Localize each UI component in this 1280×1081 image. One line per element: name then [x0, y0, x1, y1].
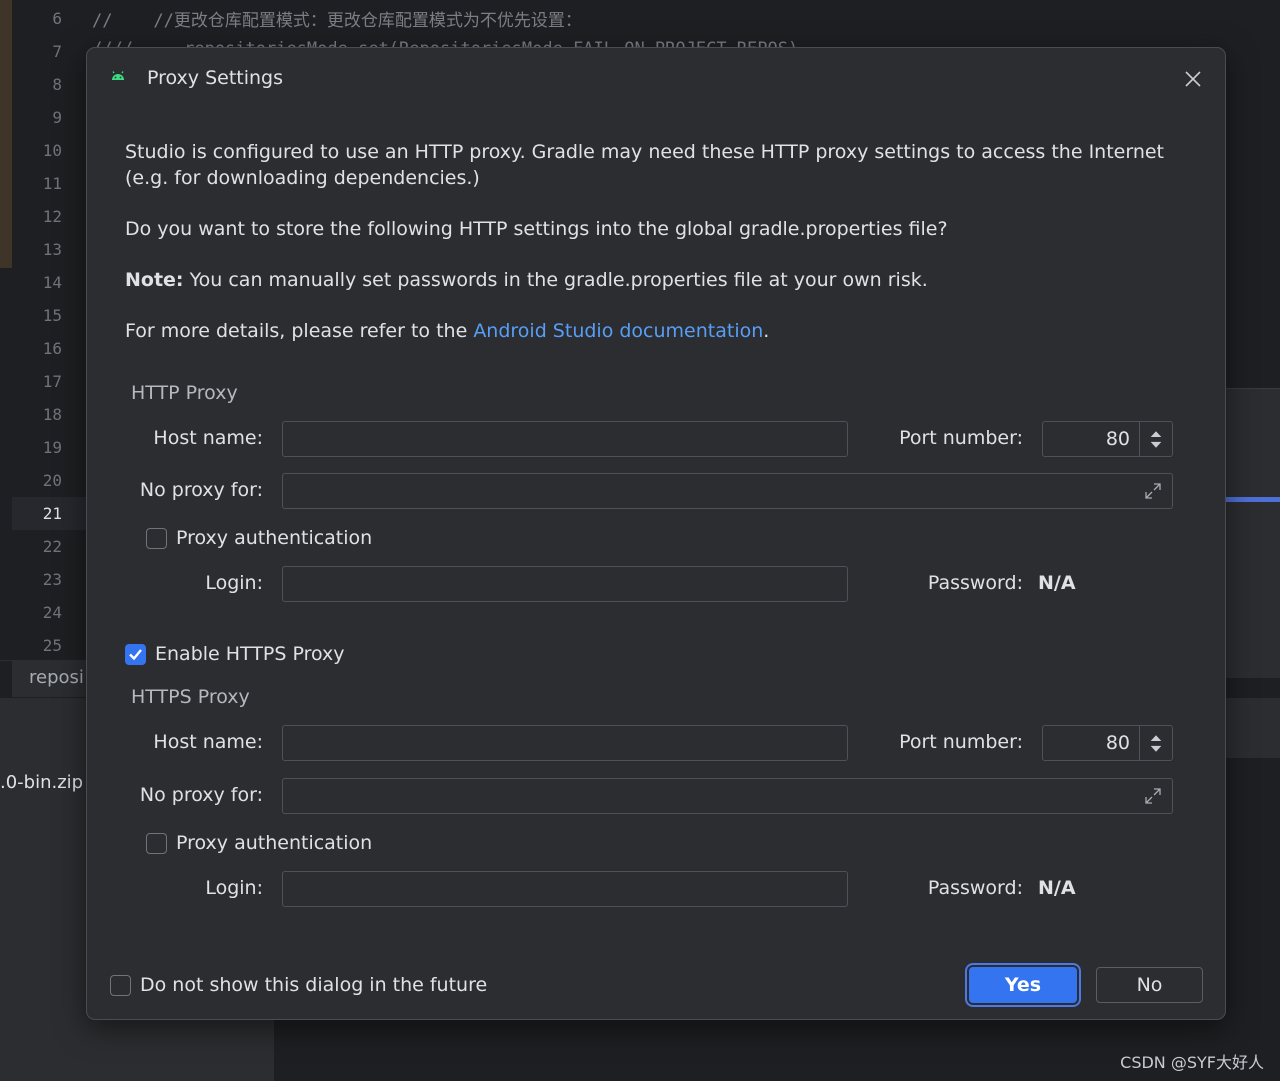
http-auth-checkbox[interactable]: [146, 528, 167, 549]
expand-icon[interactable]: [1144, 482, 1162, 500]
https-auth-label[interactable]: Proxy authentication: [176, 832, 372, 854]
http-no-proxy-field[interactable]: [282, 473, 1173, 509]
https-login-field[interactable]: [282, 871, 848, 907]
right-side-panel: [1226, 388, 1280, 678]
spinner-arrows-icon[interactable]: [1139, 422, 1172, 456]
line-number: 9: [52, 108, 62, 127]
https-no-proxy-label: No proxy for:: [139, 784, 263, 806]
line-number: 12: [42, 207, 62, 226]
watermark: CSDN @SYF大好人: [1120, 1053, 1264, 1072]
note-bold: Note:: [125, 269, 184, 291]
http-password-value: N/A: [1038, 572, 1076, 594]
http-port-spinner[interactable]: 80: [1042, 421, 1173, 457]
line-number: 16: [42, 339, 62, 358]
line-number: 21: [42, 504, 62, 523]
https-section-title: HTTPS Proxy: [131, 686, 250, 708]
https-no-proxy-input[interactable]: [283, 779, 1172, 813]
line-number: 17: [42, 372, 62, 391]
http-section-title: HTTP Proxy: [131, 382, 238, 404]
spinner-arrows-icon[interactable]: [1139, 726, 1172, 760]
line-number: 24: [42, 603, 62, 622]
https-host-label: Host name:: [153, 731, 263, 753]
dont-show-checkbox[interactable]: [110, 975, 131, 996]
https-no-proxy-field[interactable]: [282, 778, 1173, 814]
enable-https-label[interactable]: Enable HTTPS Proxy: [155, 643, 345, 665]
http-no-proxy-input[interactable]: [283, 474, 1172, 508]
breadcrumb-label: reposi: [29, 667, 84, 688]
line-number: 13: [42, 240, 62, 259]
line-number: 8: [52, 75, 62, 94]
no-button[interactable]: No: [1096, 967, 1203, 1003]
line-number: 18: [42, 405, 62, 424]
http-host-label: Host name:: [153, 427, 263, 449]
android-icon: [112, 71, 124, 80]
https-password-label: Password:: [927, 877, 1023, 899]
http-port-value: 80: [1105, 428, 1130, 450]
note-body: You can manually set passwords in the gr…: [183, 269, 928, 291]
http-login-input[interactable]: [283, 567, 847, 601]
close-icon[interactable]: [1181, 67, 1205, 91]
details-prefix: For more details, please refer to the: [125, 320, 474, 342]
line-number: 19: [42, 438, 62, 457]
http-password-label: Password:: [927, 572, 1023, 594]
https-login-input[interactable]: [283, 872, 847, 906]
line-number: 22: [42, 537, 62, 556]
https-password-value: N/A: [1038, 877, 1076, 899]
https-port-spinner[interactable]: 80: [1042, 725, 1173, 761]
https-port-value: 80: [1105, 732, 1130, 754]
question-text: Do you want to store the following HTTP …: [125, 218, 948, 240]
http-login-label: Login:: [205, 572, 263, 594]
http-no-proxy-label: No proxy for:: [139, 479, 263, 501]
code-line-6: // //更改仓库配置模式：更改仓库配置模式为不优先设置：: [92, 11, 582, 31]
details-suffix: .: [763, 320, 770, 342]
line-number: 15: [42, 306, 62, 325]
dialog-title: Proxy Settings: [147, 67, 284, 89]
http-host-input[interactable]: [283, 422, 847, 456]
line-number: 14: [42, 273, 62, 292]
note-text: Note: You can manually set passwords in …: [125, 267, 1195, 293]
line-number: 10: [42, 141, 62, 160]
bottom-panel-file-text: .0-bin.zip: [0, 772, 84, 793]
checkmark-icon: [128, 648, 142, 660]
line-number: 20: [42, 471, 62, 490]
enable-https-checkbox[interactable]: [125, 644, 146, 665]
right-panel-progress-bar: [1226, 497, 1280, 502]
dont-show-label[interactable]: Do not show this dialog in the future: [140, 974, 487, 996]
http-port-label: Port number:: [899, 427, 1023, 449]
editor-margin-strip: [0, 0, 12, 268]
expand-icon[interactable]: [1144, 787, 1162, 805]
https-login-label: Login:: [205, 877, 263, 899]
line-number: 11: [42, 174, 62, 193]
proxy-settings-dialog: Proxy Settings Studio is configured to u…: [86, 47, 1226, 1020]
line-number: 6: [52, 9, 62, 28]
line-number: 23: [42, 570, 62, 589]
documentation-link[interactable]: Android Studio documentation: [473, 320, 763, 342]
https-auth-checkbox[interactable]: [146, 833, 167, 854]
yes-button[interactable]: Yes: [969, 967, 1077, 1003]
http-auth-label[interactable]: Proxy authentication: [176, 527, 372, 549]
intro-text: Studio is configured to use an HTTP prox…: [125, 141, 1165, 189]
http-host-field[interactable]: [282, 421, 848, 457]
https-host-field[interactable]: [282, 725, 848, 761]
https-port-label: Port number:: [899, 731, 1023, 753]
https-host-input[interactable]: [283, 726, 847, 760]
details-text: For more details, please refer to the An…: [125, 318, 1195, 344]
breadcrumb-bar[interactable]: reposi: [12, 661, 88, 697]
line-number: 25: [42, 636, 62, 655]
line-number: 7: [52, 42, 62, 61]
http-login-field[interactable]: [282, 566, 848, 602]
